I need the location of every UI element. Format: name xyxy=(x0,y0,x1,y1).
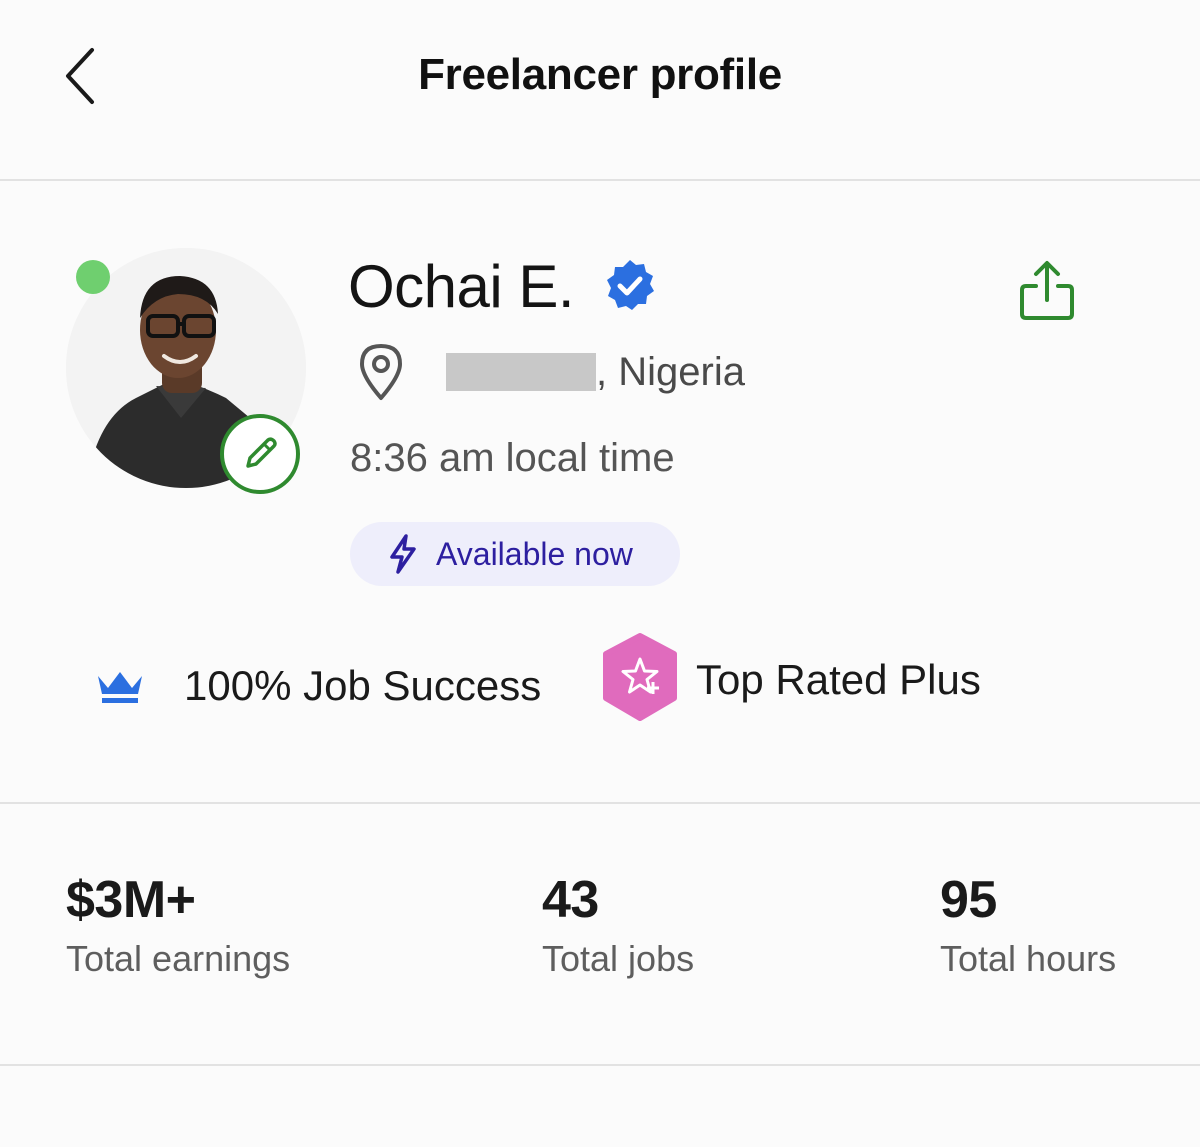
local-time: 8:36 am local time xyxy=(350,436,675,480)
name-row: Ochai E. xyxy=(348,246,658,326)
stat-total-earnings: $3M+ Total earnings xyxy=(66,870,290,980)
redacted-city xyxy=(446,353,596,391)
edit-photo-button[interactable] xyxy=(220,414,300,494)
share-button[interactable] xyxy=(1012,258,1082,328)
top-rated-plus-icon xyxy=(603,633,677,721)
availability-label: Available now xyxy=(436,535,633,572)
share-icon xyxy=(1020,261,1074,320)
section-divider xyxy=(0,802,1200,804)
stat-value: 95 xyxy=(940,871,997,929)
achievement-badges: 100% Job Success Top Rated Plus xyxy=(0,632,1200,732)
lightning-bolt-icon xyxy=(390,534,416,574)
stat-total-jobs: 43 Total jobs xyxy=(542,870,694,980)
stat-label: Total hours xyxy=(940,938,1117,979)
header-divider xyxy=(0,179,1200,181)
app-header: Freelancer profile xyxy=(0,0,1200,180)
location-pin-icon xyxy=(360,344,402,400)
stat-label: Total earnings xyxy=(66,938,291,979)
stat-value: $3M+ xyxy=(66,871,196,929)
verified-badge-icon xyxy=(607,260,655,310)
crown-icon xyxy=(98,672,142,703)
top-rated-plus-label: Top Rated Plus xyxy=(696,656,981,703)
stats-row: $3M+ Total earnings 43 Total jobs 95 Tot… xyxy=(0,870,1200,1010)
freelancer-name: Ochai E. xyxy=(348,252,575,320)
stat-total-hours: 95 Total hours xyxy=(940,870,1116,980)
location-row: , Nigeria xyxy=(356,340,745,404)
stat-label: Total jobs xyxy=(542,938,695,979)
bottom-divider xyxy=(0,1064,1200,1066)
page-title: Freelancer profile xyxy=(418,50,782,99)
job-success-label: 100% Job Success xyxy=(184,662,542,709)
location-country: , Nigeria xyxy=(596,349,745,394)
online-status-dot xyxy=(76,260,110,294)
stat-value: 43 xyxy=(542,871,599,929)
availability-badge[interactable]: Available now xyxy=(350,522,680,586)
pencil-icon xyxy=(246,437,277,468)
